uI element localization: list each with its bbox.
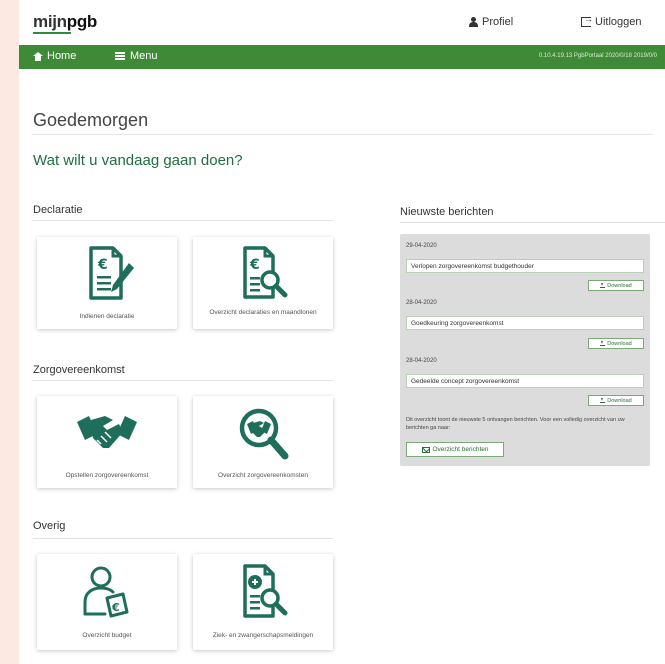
menu-icon	[115, 52, 125, 60]
message-subject[interactable]: Gedeelde concept zorgovereenkomst	[406, 374, 644, 388]
logout-icon	[581, 14, 593, 27]
overview-messages-label: Overzicht berichten	[432, 446, 489, 453]
logout-link[interactable]: Uitloggen	[581, 14, 642, 28]
download-icon	[600, 283, 606, 288]
svg-text:€: €	[97, 257, 108, 273]
news-divider	[400, 222, 665, 223]
section-divider	[33, 380, 333, 381]
tile-icon-wrap	[193, 404, 333, 460]
logout-label: Uitloggen	[595, 16, 642, 28]
invoice-pen-icon: €	[89, 246, 134, 300]
download-button[interactable]: Download	[588, 395, 644, 406]
section-title-zorgovereenkomst: Zorgovereenkomst	[33, 364, 125, 376]
profile-label: Profiel	[482, 16, 514, 28]
tile-label: Overzicht budget	[82, 632, 132, 639]
news-title: Nieuwste berichten	[400, 206, 494, 218]
top-bar: mijnpgb Profiel Uitloggen	[19, 0, 665, 44]
version-text: 0.10.4.19.13 PgbPortaal 2020/0/18 2019/0…	[538, 53, 657, 59]
overview-messages-button[interactable]: Overzicht berichten	[406, 442, 504, 457]
svg-text:€: €	[249, 257, 260, 273]
tile-overzicht-budget[interactable]: € Overzicht budget	[37, 554, 177, 650]
message-subject[interactable]: Goedkeuring zorgovereenkomst	[406, 316, 644, 330]
nav-home-label: Home	[47, 50, 77, 62]
tile-icon-wrap: €	[193, 245, 333, 301]
news-note: Dit overzicht toont de nieuwste 5 ontvan…	[406, 417, 625, 432]
tile-icon-wrap: €	[37, 562, 177, 618]
medical-document-search-icon	[243, 564, 288, 618]
news-panel: 29-04-2020 Verlopen zorgovereenkomst bud…	[400, 234, 650, 466]
invoice-search-icon: €	[243, 246, 288, 299]
tile-indienen-declaratie[interactable]: € Indienen declaratie	[37, 237, 177, 329]
tile-icon-wrap	[193, 562, 333, 618]
section-divider	[33, 220, 333, 221]
home-icon	[33, 51, 43, 61]
download-label: Download	[607, 397, 632, 404]
section-divider	[33, 538, 333, 539]
page: mijnpgb Profiel Uitloggen Home Menu 0.10…	[19, 0, 665, 664]
tile-opstellen-zorgovereenkomst[interactable]: Opstellen zorgovereenkomst	[37, 396, 177, 488]
profile-link[interactable]: Profiel	[469, 16, 513, 28]
page-title: Goedemorgen	[33, 110, 149, 130]
message-date: 28-04-2020	[406, 300, 437, 306]
download-icon	[600, 398, 606, 403]
tile-ziek-zwangerschapsmeldingen[interactable]: Ziek- en zwangerschapsmeldingen	[193, 554, 333, 650]
download-label: Download	[607, 282, 632, 289]
download-button[interactable]: Download	[588, 280, 644, 291]
tile-overzicht-zorgovereenkomsten[interactable]: Overzicht zorgovereenkomsten	[193, 396, 333, 488]
tile-label: Indienen declaratie	[79, 313, 135, 320]
title-divider	[33, 134, 653, 135]
user-icon	[469, 17, 478, 27]
download-label: Download	[607, 340, 632, 347]
section-title-declaratie: Declaratie	[33, 204, 83, 216]
main-navbar: Home Menu 0.10.4.19.13 PgbPortaal 2020/0…	[19, 45, 665, 69]
tile-label: Ziek- en zwangerschapsmeldingen	[212, 632, 314, 639]
envelope-icon	[421, 446, 430, 453]
message-date: 28-04-2020	[406, 358, 437, 364]
logo[interactable]: mijnpgb	[33, 12, 97, 32]
message-date: 29-04-2020	[406, 243, 437, 249]
nav-menu[interactable]: Menu	[115, 50, 158, 62]
section-title-overig: Overig	[33, 520, 66, 532]
tile-label: Opstellen zorgovereenkomst	[65, 472, 149, 479]
tile-icon-wrap: €	[37, 245, 177, 301]
svg-text:€: €	[111, 601, 120, 614]
tile-label: Overzicht zorgovereenkomsten	[218, 472, 308, 479]
nav-menu-label: Menu	[130, 50, 158, 62]
handshake-search-icon	[239, 408, 289, 460]
tile-overzicht-declaraties[interactable]: € Overzicht declaraties en maandlonen	[193, 237, 333, 329]
tile-label: Overzicht declaraties en maandlonen	[209, 309, 317, 316]
logo-pgb: pgb	[66, 12, 98, 31]
tile-icon-wrap	[37, 404, 177, 460]
page-question: Wat wilt u vandaag gaan doen?	[33, 152, 243, 169]
download-icon	[600, 341, 606, 346]
message-subject[interactable]: Verlopen zorgovereenkomst budgethouder	[406, 259, 644, 273]
handshake-icon	[77, 416, 137, 448]
person-euro-icon: €	[83, 566, 129, 618]
logo-underline	[33, 32, 71, 34]
download-button[interactable]: Download	[588, 338, 644, 349]
nav-home[interactable]: Home	[33, 50, 76, 62]
logo-mijn: mijn	[33, 12, 67, 31]
